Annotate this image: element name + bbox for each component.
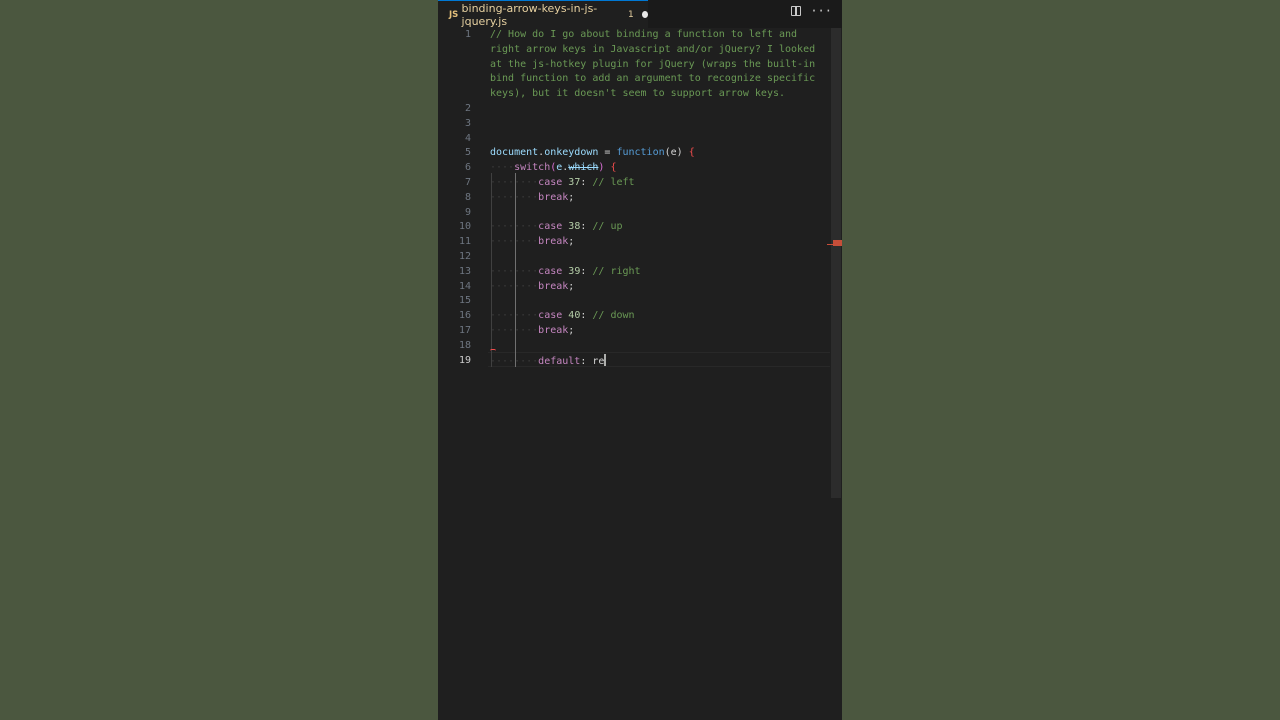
token-case: case bbox=[538, 265, 563, 277]
token-number: 37 bbox=[568, 177, 581, 188]
error-marker[interactable] bbox=[833, 240, 842, 246]
token-which-deprecated: which bbox=[568, 162, 599, 174]
code-line-7: ········case 37: // left bbox=[490, 176, 635, 191]
line-number: 12 bbox=[458, 251, 471, 262]
line-number: 17 bbox=[458, 325, 471, 336]
line-number: 8 bbox=[464, 191, 471, 203]
code-line-17: ········break; bbox=[490, 324, 574, 339]
whitespace-dots: ········ bbox=[490, 221, 539, 233]
token-number: 39 bbox=[568, 265, 581, 277]
token-brace-open: { bbox=[688, 147, 695, 159]
error-squiggle bbox=[490, 349, 496, 353]
token-paren-close: ) bbox=[598, 162, 611, 174]
token-document: document bbox=[490, 147, 539, 159]
tab-bar: JS binding-arrow-keys-in-js-jquery.js 1 … bbox=[438, 0, 842, 28]
token-default: default bbox=[538, 355, 581, 367]
line-number: 3 bbox=[464, 117, 471, 129]
code-line-5: document.onkeydown = function(e) { bbox=[490, 146, 695, 161]
code-editor[interactable]: JS binding-arrow-keys-in-js-jquery.js 1 … bbox=[438, 0, 842, 720]
line-number: 5 bbox=[464, 147, 471, 159]
line-number: 7 bbox=[464, 177, 471, 188]
token-function: function bbox=[616, 147, 665, 159]
vertical-scrollbar-thumb[interactable] bbox=[831, 28, 841, 498]
whitespace-dots: ········ bbox=[490, 191, 539, 203]
whitespace-dots: ········ bbox=[490, 310, 539, 322]
token-switch: switch bbox=[514, 162, 551, 174]
line-number: 19 bbox=[458, 354, 471, 366]
token-comment: // down bbox=[592, 310, 635, 322]
token-params: (e) bbox=[664, 147, 689, 159]
line-number: 1 bbox=[464, 29, 471, 40]
line-number: 18 bbox=[458, 339, 471, 351]
token-comment: // up bbox=[592, 221, 623, 233]
line-number: 11 bbox=[458, 236, 471, 248]
token-break: break bbox=[538, 236, 569, 248]
code-line-8: ········break; bbox=[490, 191, 574, 206]
split-editor-icon[interactable] bbox=[791, 6, 802, 16]
text-cursor bbox=[604, 353, 606, 366]
token-onkeydown: onkeydown bbox=[544, 147, 599, 159]
token-case: case bbox=[538, 177, 563, 188]
token-colon: : bbox=[580, 265, 593, 277]
line-number: 16 bbox=[458, 310, 471, 322]
line-number: 9 bbox=[464, 206, 471, 218]
editor-actions: ··· bbox=[791, 5, 832, 17]
token-semicolon: ; bbox=[568, 191, 575, 203]
javascript-file-icon: JS bbox=[449, 9, 459, 20]
code-line-6: ····switch(e.which) { bbox=[490, 161, 617, 176]
whitespace-dots: ········ bbox=[490, 325, 539, 336]
token-semicolon: ; bbox=[568, 325, 575, 336]
comment-line: right arrow keys in Javascript and/or jQ… bbox=[490, 43, 816, 55]
line-number: 4 bbox=[464, 132, 471, 144]
token-colon: : bbox=[580, 221, 593, 233]
unsaved-indicator-icon[interactable] bbox=[641, 11, 648, 18]
token-colon: : bbox=[580, 310, 593, 322]
code-line-13: ········case 39: // right bbox=[490, 265, 641, 280]
line-number: 15 bbox=[458, 295, 471, 307]
editor-tab[interactable]: JS binding-arrow-keys-in-js-jquery.js 1 bbox=[438, 0, 648, 28]
token-comment: // left bbox=[592, 177, 635, 188]
code-line-16: ········case 40: // down bbox=[490, 309, 635, 324]
token-case: case bbox=[538, 310, 563, 322]
line-number: 6 bbox=[464, 162, 471, 174]
code-line-11: ········break; bbox=[490, 235, 574, 250]
token-brace-open: { bbox=[610, 162, 617, 174]
token-equals: = bbox=[598, 147, 617, 159]
comment-line: bind function to add an argument to reco… bbox=[490, 73, 816, 85]
whitespace-dots: ········ bbox=[490, 280, 539, 292]
code-line-14: ········break; bbox=[490, 280, 574, 295]
token-comment: // right bbox=[592, 265, 641, 277]
line-number: 13 bbox=[458, 265, 471, 277]
token-case: case bbox=[538, 221, 563, 233]
line-number: 14 bbox=[458, 280, 471, 292]
token-number: 38 bbox=[568, 221, 581, 233]
line-number: 2 bbox=[464, 103, 471, 114]
problem-count-badge: 1 bbox=[628, 9, 634, 20]
token-number: 40 bbox=[568, 310, 581, 322]
more-actions-icon[interactable]: ··· bbox=[810, 5, 832, 17]
token-break: break bbox=[538, 191, 569, 203]
whitespace-dots: ···· bbox=[490, 162, 515, 174]
typed-text: re bbox=[592, 355, 605, 367]
line-number: 10 bbox=[458, 221, 471, 233]
whitespace-dots: ········ bbox=[490, 236, 539, 248]
token-semicolon: ; bbox=[568, 236, 575, 248]
whitespace-dots: ········ bbox=[490, 355, 539, 367]
comment-line: keys), but it doesn't seem to support ar… bbox=[490, 88, 786, 100]
whitespace-dots: ········ bbox=[490, 265, 539, 277]
comment-line: // How do I go about binding a function … bbox=[490, 29, 798, 40]
tab-title: binding-arrow-keys-in-js-jquery.js bbox=[461, 1, 598, 28]
code-line-10: ········case 38: // up bbox=[490, 220, 623, 235]
token-break: break bbox=[538, 325, 569, 336]
token-colon: : bbox=[580, 355, 593, 367]
code-line-19: ········default: re bbox=[490, 353, 606, 369]
token-break: break bbox=[538, 280, 569, 292]
token-colon: : bbox=[580, 177, 593, 188]
token-semicolon: ; bbox=[568, 280, 575, 292]
comment-line: at the js-hotkey plugin for jQuery (wrap… bbox=[490, 58, 816, 70]
whitespace-dots: ········ bbox=[490, 177, 539, 188]
